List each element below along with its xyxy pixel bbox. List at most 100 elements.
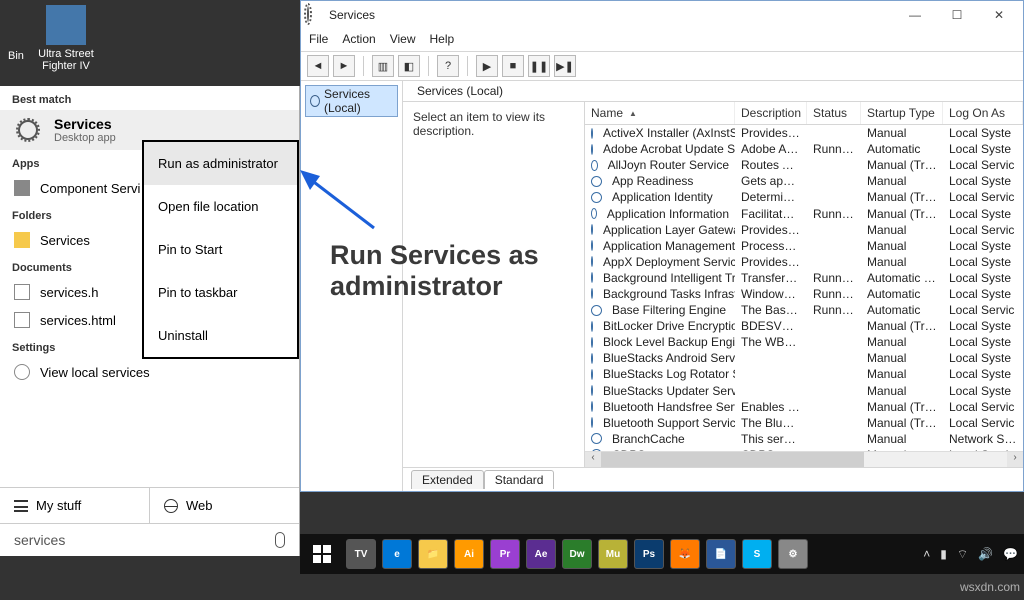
titlebar[interactable]: Services — ☐ ✕ [301, 1, 1023, 29]
list-item-label: Component Servi… [40, 181, 153, 196]
menu-view[interactable]: View [390, 32, 416, 46]
scroll-right-button[interactable]: › [1007, 452, 1023, 467]
column-headers[interactable]: Name▲ Description Status Startup Type Lo… [585, 102, 1023, 125]
taskbar-app[interactable]: Dw [562, 539, 592, 569]
start-button[interactable] [306, 538, 338, 570]
taskbar-app[interactable]: Mu [598, 539, 628, 569]
minimize-button[interactable]: — [897, 4, 933, 26]
show-hide-tree-button[interactable]: ▥ [372, 55, 394, 77]
service-row[interactable]: Base Filtering EngineThe Base Fil…Runnin… [585, 302, 1023, 318]
tab-extended[interactable]: Extended [411, 470, 484, 489]
col-logon: Log On As [943, 102, 1023, 124]
taskbar-app[interactable]: Ae [526, 539, 556, 569]
volume-icon[interactable]: 🔊 [978, 547, 993, 561]
scroll-left-button[interactable]: ‹ [585, 452, 601, 467]
main-pane-title: Services (Local) [403, 81, 1023, 102]
menubar: File Action View Help [301, 29, 1023, 52]
scroll-thumb[interactable] [601, 452, 864, 467]
system-tray[interactable]: ˄ ▮ ⌔ 🔊 💬 [923, 547, 1018, 562]
close-button[interactable]: ✕ [981, 4, 1017, 26]
notifications-icon[interactable]: 💬 [1003, 547, 1018, 561]
service-row[interactable]: Application Layer Gateway …Provides su…M… [585, 222, 1023, 238]
battery-icon[interactable]: ▮ [940, 547, 947, 561]
service-row[interactable]: BlueStacks Android ServiceManualLocal Sy… [585, 350, 1023, 366]
taskbar-app[interactable]: 🦊 [670, 539, 700, 569]
horizontal-scrollbar[interactable]: ‹ › [585, 451, 1023, 467]
pause-service-button[interactable]: ❚❚ [528, 55, 550, 77]
service-row[interactable]: Bluetooth Handsfree ServiceEnables wir…M… [585, 399, 1023, 415]
service-name: BranchCache [612, 432, 685, 446]
help-button[interactable]: ? [437, 55, 459, 77]
service-row[interactable]: Background Intelligent Tran…Transfers fi… [585, 270, 1023, 286]
service-startup: Automatic [861, 303, 943, 317]
search-input-row[interactable]: services [0, 523, 299, 556]
taskbar-app[interactable]: TV [346, 539, 376, 569]
tree-item-services-local[interactable]: Services (Local) [305, 85, 398, 117]
service-description: Provides Us… [735, 126, 807, 140]
service-logon: Local Syste [943, 319, 1023, 333]
nav-back-button[interactable]: ◄ [307, 55, 329, 77]
properties-button[interactable]: ◧ [398, 55, 420, 77]
menu-action[interactable]: Action [342, 32, 375, 46]
service-description: Adobe Acro… [735, 142, 807, 156]
menu-file[interactable]: File [309, 32, 328, 46]
taskbar-app[interactable]: Pr [490, 539, 520, 569]
ctx-run-as-administrator[interactable]: Run as administrator [144, 142, 297, 185]
maximize-button[interactable]: ☐ [939, 4, 975, 26]
service-row[interactable]: BlueStacks Log Rotator Serv…ManualLocal … [585, 366, 1023, 382]
taskbar-app[interactable]: 📁 [418, 539, 448, 569]
settings-item-view-local-services[interactable]: View local services [0, 358, 299, 386]
tab-standard[interactable]: Standard [484, 470, 555, 489]
service-row[interactable]: Application InformationFacilitates t…Run… [585, 205, 1023, 221]
stop-service-button[interactable]: ■ [502, 55, 524, 77]
gear-icon [591, 208, 597, 219]
service-row[interactable]: Bluetooth Support ServiceThe Bluetoo…Man… [585, 415, 1023, 431]
taskbar-app[interactable]: Ai [454, 539, 484, 569]
service-startup: Automatic (D… [861, 271, 943, 285]
taskbar-app[interactable]: ⚙ [778, 539, 808, 569]
service-row[interactable]: Block Level Backup Engine …The WBENG…Man… [585, 334, 1023, 350]
service-status: Running [807, 271, 861, 285]
service-row[interactable]: Application IdentityDetermines …Manual (… [585, 189, 1023, 205]
service-description: The WBENG… [735, 335, 807, 349]
service-row[interactable]: BitLocker Drive Encryption …BDESVC hos…M… [585, 318, 1023, 334]
taskbar: TVe📁AiPrAeDwMuPs🦊📄S⚙ ˄ ▮ ⌔ 🔊 💬 [300, 534, 1024, 574]
service-row[interactable]: BlueStacks Updater ServiceManualLocal Sy… [585, 383, 1023, 399]
nav-forward-button[interactable]: ► [333, 55, 355, 77]
service-row[interactable]: BranchCacheThis service …ManualNetwork S… [585, 431, 1023, 447]
search-scope-mystuff[interactable]: My stuff [0, 488, 150, 523]
service-logon: Network S… [943, 432, 1023, 446]
service-row[interactable]: App ReadinessGets apps re…ManualLocal Sy… [585, 173, 1023, 189]
service-row[interactable]: Application ManagementProcesses in…Manua… [585, 238, 1023, 254]
taskbar-app[interactable]: e [382, 539, 412, 569]
taskbar-app[interactable]: S [742, 539, 772, 569]
service-name: Application Management [603, 239, 735, 253]
service-row[interactable]: Background Tasks Infrastru…Windows in…Ru… [585, 286, 1023, 302]
start-service-button[interactable]: ▶ [476, 55, 498, 77]
wifi-icon[interactable]: ⌔ [957, 547, 968, 562]
service-startup: Manual [861, 126, 943, 140]
service-row[interactable]: AllJoyn Router ServiceRoutes AllJo…Manua… [585, 157, 1023, 173]
microphone-icon[interactable] [275, 532, 285, 548]
ctx-open-file-location[interactable]: Open file location [144, 185, 297, 228]
taskbar-app[interactable]: Ps [634, 539, 664, 569]
service-row[interactable]: Adobe Acrobat Update Serv…Adobe Acro…Run… [585, 141, 1023, 157]
service-row[interactable]: AppX Deployment Service (…Provides inf…M… [585, 254, 1023, 270]
restart-service-button[interactable]: ▶❚ [554, 55, 576, 77]
search-scope-web[interactable]: Web [150, 488, 299, 523]
service-logon: Local Servic [943, 223, 1023, 237]
ctx-uninstall[interactable]: Uninstall [144, 314, 297, 357]
ctx-pin-to-taskbar[interactable]: Pin to taskbar [144, 271, 297, 314]
gear-icon [591, 128, 593, 139]
search-input[interactable]: services [14, 532, 65, 548]
gear-icon [591, 401, 593, 412]
gear-icon [591, 160, 598, 171]
service-row[interactable]: ActiveX Installer (AxInstSV)Provides Us…… [585, 125, 1023, 141]
desktop-shortcut[interactable]: Ultra Street Fighter IV [36, 5, 96, 72]
menu-help[interactable]: Help [430, 32, 455, 46]
taskbar-app[interactable]: 📄 [706, 539, 736, 569]
ctx-pin-to-start[interactable]: Pin to Start [144, 228, 297, 271]
service-name: Application Identity [612, 190, 713, 204]
document-icon [14, 284, 30, 300]
tray-overflow-caret[interactable]: ˄ [923, 547, 930, 561]
